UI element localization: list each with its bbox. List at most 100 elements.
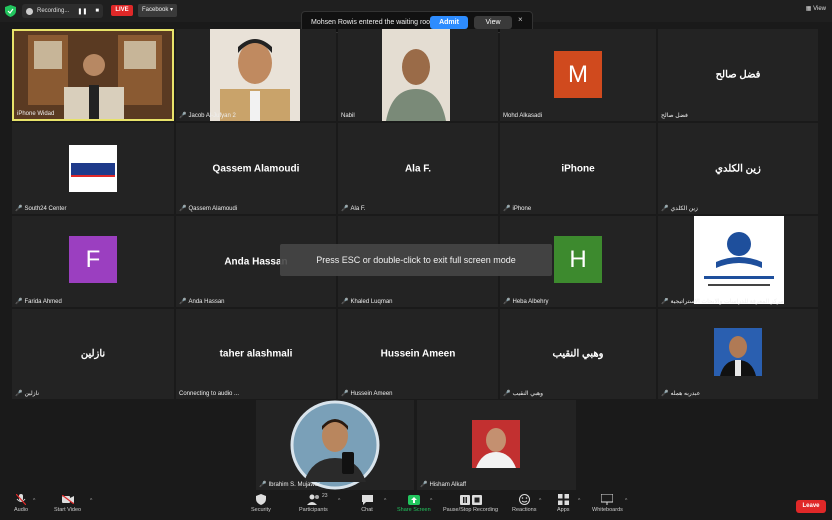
leave-button[interactable]: Leave [796,500,826,513]
mic-muted-icon: 🎤 [661,391,669,397]
participant-display-name: زين الكلدي [715,163,761,174]
facebook-label: Facebook [142,7,169,13]
chevron-up-icon[interactable]: ^ [338,498,340,504]
close-icon[interactable]: × [518,15,523,24]
participant-display-name: taher alashmali [219,348,293,360]
view-label: View [813,6,826,12]
audio-button[interactable]: Audio [14,494,28,513]
participant-video [290,400,380,490]
participant-tile[interactable]: 🎤 Jacob Al-Jufyan 2 [176,29,336,121]
shield-icon[interactable] [5,5,16,17]
chevron-up-icon[interactable]: ^ [578,498,580,504]
participant-display-name: نازلين [80,348,106,360]
chevron-up-icon[interactable]: ^ [430,498,432,504]
participant-display-name: وهبي النقيب [552,348,604,360]
participant-name: 🎤 نازلين [15,391,40,397]
meeting-toolbar: Audio ^ Start Video ^ Security Participa… [0,492,832,520]
participant-tile[interactable]: iPhone 🎤 iPhone [500,123,656,214]
participant-tile[interactable]: 🎤 South24 Center [12,123,174,214]
mic-muted-icon: 🎤 [503,299,511,305]
mic-muted-icon: 🎤 [15,391,23,397]
smiley-icon [518,494,530,505]
chat-button[interactable]: Chat [361,494,373,513]
chevron-up-icon[interactable]: ^ [33,498,35,504]
participant-name: 🎤 Ibrahim S. Mujawar [259,481,321,489]
participant-tile[interactable]: Nabil [338,29,498,121]
view-button[interactable]: ▦ View [806,5,826,12]
participant-tile[interactable]: iPhone Widad [12,29,174,121]
participant-name: Mohd Alkasadi [503,113,543,119]
chevron-up-icon[interactable]: ^ [625,498,627,504]
participant-name: 🎤 مركز المعرفة للدراسات والابحاث الاسترات… [661,299,784,305]
participant-tile[interactable]: 🎤 Ibrahim S. Mujawar [256,400,414,490]
chat-icon [361,494,373,505]
south24-logo [69,145,117,192]
participant-tile[interactable]: 🎤 عبدربه همله [658,309,818,399]
whiteboards-label: Whiteboards [592,507,623,513]
admit-button[interactable]: Admit [430,16,468,29]
participant-display-name: Hussein Ameen [380,348,456,360]
chevron-up-icon[interactable]: ^ [384,498,386,504]
start-video-button[interactable]: Start Video [54,494,81,513]
participant-avatar: H [554,236,602,283]
record-icon [26,7,33,15]
participant-name: 🎤 عبدربه همله [661,391,701,397]
mic-muted-icon: 🎤 [420,482,428,488]
participant-tile[interactable]: M Mohd Alkasadi [500,29,656,121]
notification-view-button[interactable]: View [474,16,512,29]
mic-muted-icon: 🎤 [503,206,511,212]
participant-display-name: iPhone [561,163,595,174]
facebook-stream-dropdown[interactable]: Facebook ▾ [138,4,178,17]
participant-tile[interactable]: 🎤 مركز المعرفة للدراسات والابحاث الاسترات… [658,216,818,307]
participant-tile[interactable]: F 🎤 Farida Ahmed [12,216,174,307]
participant-photo [714,328,762,376]
recording-label: Recording... [37,8,70,14]
participant-name: 🎤 زين الكلدي [661,206,698,212]
participant-tile[interactable]: وهبي النقيب 🎤 وهبي النقيب [500,309,656,399]
pause-icon[interactable]: ❚❚ [77,8,87,15]
participant-tile[interactable]: Ala F. 🎤 Ala F. [338,123,498,214]
participant-name: 🎤 Hussein Ameen [341,390,393,398]
participant-tile[interactable]: taher alashmali Connecting to audio ... [176,309,336,399]
participant-tile[interactable]: Hussein Ameen 🎤 Hussein Ameen [338,309,498,399]
reactions-button[interactable]: Reactions [512,494,536,513]
participant-tile[interactable]: فضل صالح فضل صالح [658,29,818,121]
mic-muted-icon: 🎤 [341,391,349,397]
participant-photo [472,420,520,468]
pause-stop-icon [459,494,482,505]
participant-tile[interactable]: نازلين 🎤 نازلين [12,309,174,399]
participant-display-name: فضل صالح [715,69,761,81]
share-screen-button[interactable]: Share Screen [397,494,431,513]
participant-tile[interactable]: 🎤 Hisham Alkaff [417,400,576,490]
participant-display-name: Qassem Alamoudi [212,163,300,174]
live-badge[interactable]: LIVE [111,5,133,16]
chat-label: Chat [361,507,373,513]
shield-icon [255,494,267,505]
participant-name: فضل صالح [661,113,688,119]
participant-tile[interactable]: Qassem Alamoudi 🎤 Qassem Alamoudi [176,123,336,214]
chevron-up-icon[interactable]: ^ [539,498,541,504]
mic-muted-icon: 🎤 [661,299,669,305]
whiteboards-button[interactable]: Whiteboards [592,494,623,513]
mic-muted-icon: 🎤 [15,206,23,212]
start-video-label: Start Video [54,507,82,513]
participant-name: 🎤 Jacob Al-Jufyan 2 [179,112,236,120]
participants-count: 23 [322,493,328,499]
participant-name: 🎤 South24 Center [15,205,67,213]
participant-name: 🎤 Heba Albehry [503,298,549,306]
stop-icon[interactable]: ■ [95,8,99,14]
pause-stop-recording-button[interactable]: Pause/Stop Recording [443,494,498,513]
recording-control-label: Pause/Stop Recording [443,507,499,513]
mic-muted-icon: 🎤 [179,299,187,305]
share-screen-icon [407,494,420,505]
video-off-icon [61,494,74,505]
chevron-down-icon: ▾ [170,7,174,13]
participant-tile[interactable]: زين الكلدي 🎤 زين الكلدي [658,123,818,214]
mic-muted-icon: 🎤 [341,206,349,212]
participant-name: iPhone Widad [17,111,55,117]
chevron-up-icon[interactable]: ^ [90,498,92,504]
share-screen-label: Share Screen [397,507,431,513]
audio-label: Audio [14,507,29,513]
apps-button[interactable]: Apps [557,494,570,513]
security-button[interactable]: Security [251,494,271,513]
